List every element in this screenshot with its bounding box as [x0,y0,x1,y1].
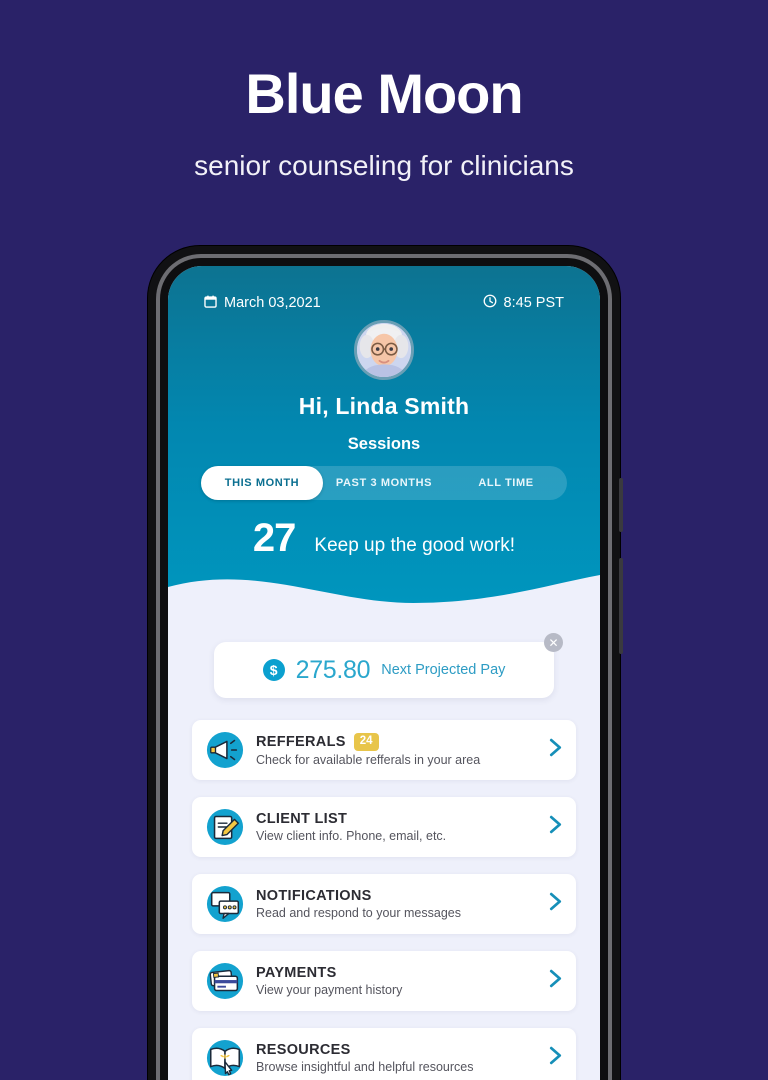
document-pencil-icon [206,808,244,846]
promo-page: Blue Moon senior counseling for clinicia… [0,0,768,1080]
menu-subtitle: Browse insightful and helpful resources [256,1060,474,1074]
phone-volume-button[interactable] [619,478,623,532]
menu-item-text: NOTIFICATIONS Read and respond to your m… [256,888,541,920]
menu-title: PAYMENTS [256,965,337,981]
app-header: March 03,2021 8:45 PST Hi, Linda Smith S… [168,266,600,619]
phone-screen: March 03,2021 8:45 PST Hi, Linda Smith S… [168,266,600,1080]
sessions-count-row: 27 Keep up the good work! [168,516,600,561]
menu-title: CLIENT LIST [256,811,348,827]
close-icon[interactable]: ✕ [544,633,563,652]
menu-item-resources[interactable]: RESOURCES Browse insightful and helpful … [192,1028,576,1080]
app-tagline: senior counseling for clinicians [194,150,574,181]
menu-item-text: PAYMENTS View your payment history [256,965,541,997]
chevron-right-icon[interactable] [541,815,562,839]
phone-bezel-inner: March 03,2021 8:45 PST Hi, Linda Smith S… [160,258,608,1080]
open-book-icon [206,1039,244,1077]
menu-subtitle: View your payment history [256,983,403,997]
chevron-right-icon[interactable] [541,892,562,916]
menu-item-payments[interactable]: PAYMENTS View your payment history [192,951,576,1011]
menu-title: RESOURCES [256,1042,351,1058]
status-time-text: 8:45 PST [503,295,564,311]
menu-title-line: PAYMENTS [256,965,541,981]
sessions-message: Keep up the good work! [314,535,516,556]
tab-this-month[interactable]: THIS MONTH [201,466,323,500]
avatar-wrapper[interactable] [354,320,414,380]
tab-past-3-months[interactable]: PAST 3 MONTHS [323,466,445,500]
menu-item-text: REFFERALS 24 Check for available reffera… [256,733,541,767]
status-badge: 24 [353,733,379,751]
menu-title: REFFERALS [256,733,346,750]
wave-divider [168,575,600,619]
app-body: $ 275.80 Next Projected Pay ✕ REFFERALS … [168,618,600,1080]
menu-item-refferals[interactable]: REFFERALS 24 Check for available reffera… [192,720,576,780]
phone-bezel-outer: March 03,2021 8:45 PST Hi, Linda Smith S… [156,254,612,1080]
chevron-right-icon[interactable] [541,1046,562,1070]
promo-header: Blue Moon senior counseling for clinicia… [0,0,768,182]
menu-subtitle: Read and respond to your messages [256,906,461,920]
menu-title-line: NOTIFICATIONS [256,888,541,904]
status-date-text: March 03,2021 [224,295,321,311]
phone-power-button[interactable] [619,558,623,654]
avatar[interactable] [354,320,414,380]
dollar-circle-icon: $ [262,659,285,681]
calendar-icon [204,294,217,312]
app-title: Blue Moon [245,62,523,125]
menu-item-text: CLIENT LIST View client info. Phone, ema… [256,811,541,843]
menu-title-line: RESOURCES [256,1042,541,1058]
pay-label: Next Projected Pay [381,662,506,678]
menu-title-line: CLIENT LIST [256,811,541,827]
menu-title-line: REFFERALS 24 [256,733,541,751]
menu-subtitle: View client info. Phone, email, etc. [256,829,447,843]
menu-item-client-list[interactable]: CLIENT LIST View client info. Phone, ema… [192,797,576,857]
greeting-text: Hi, Linda Smith [298,393,470,419]
menu-item-notifications[interactable]: NOTIFICATIONS Read and respond to your m… [192,874,576,934]
status-time: 8:45 PST [483,294,564,312]
chevron-right-icon[interactable] [541,738,562,762]
menu-title: NOTIFICATIONS [256,888,372,904]
chevron-right-icon[interactable] [541,969,562,993]
sessions-period-tabs: THIS MONTH PAST 3 MONTHS ALL TIME [201,466,567,500]
menu-item-text: RESOURCES Browse insightful and helpful … [256,1042,541,1074]
sessions-label: Sessions [347,435,421,453]
status-date: March 03,2021 [204,294,321,312]
chat-bubbles-icon [206,885,244,923]
tab-all-time[interactable]: ALL TIME [445,466,567,500]
next-projected-pay-card: $ 275.80 Next Projected Pay ✕ [214,633,563,698]
megaphone-icon [206,731,244,769]
phone-mockup: March 03,2021 8:45 PST Hi, Linda Smith S… [148,246,623,1080]
clock-icon [483,294,497,312]
status-bar: March 03,2021 8:45 PST [168,294,600,312]
pay-amount: 275.80 [295,655,371,684]
sessions-count: 27 [252,516,296,560]
credit-card-icon [206,962,244,1000]
menu-subtitle: Check for available refferals in your ar… [256,752,481,767]
